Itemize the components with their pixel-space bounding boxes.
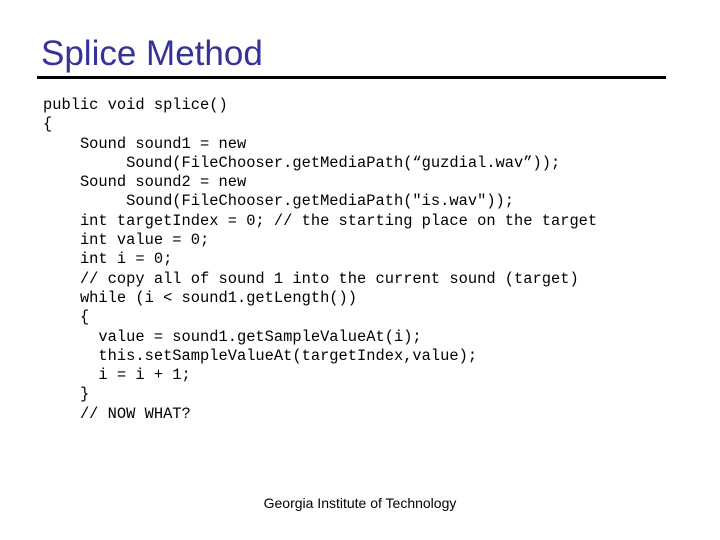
code-line-15: i = i + 1; (43, 366, 191, 385)
code-line-9: int i = 0; (43, 250, 173, 269)
code-line-12: { (43, 308, 90, 327)
code-block: public void splice(){ Sound sound1 = new… (43, 96, 597, 424)
slide-footer: Georgia Institute of Technology (263, 495, 457, 511)
code-line-14: this.setSampleValueAt(targetIndex,value)… (43, 346, 478, 365)
code-line-4: Sound(FileChooser.getMediaPath(“guzdial.… (43, 153, 561, 172)
code-line-7: int targetIndex = 0; // the starting pla… (43, 211, 598, 230)
title-underline-divider (37, 76, 666, 79)
code-line-8: int value = 0; (43, 231, 210, 250)
code-line-10: // copy all of sound 1 into the current … (43, 269, 579, 288)
code-line-5: Sound sound2 = new (43, 173, 247, 192)
code-line-16: } (43, 385, 90, 404)
code-line-6: Sound(FileChooser.getMediaPath("is.wav")… (43, 192, 515, 211)
slide-title: Splice Method (41, 34, 263, 73)
code-line-1: public void splice() (43, 96, 228, 114)
code-line-11: while (i < sound1.getLength()) (43, 288, 358, 307)
code-line-2: { (43, 115, 53, 134)
code-line-17: // NOW WHAT? (43, 404, 191, 423)
code-line-13: value = sound1.getSampleValueAt(i); (43, 327, 422, 346)
code-line-3: Sound sound1 = new (43, 134, 247, 153)
